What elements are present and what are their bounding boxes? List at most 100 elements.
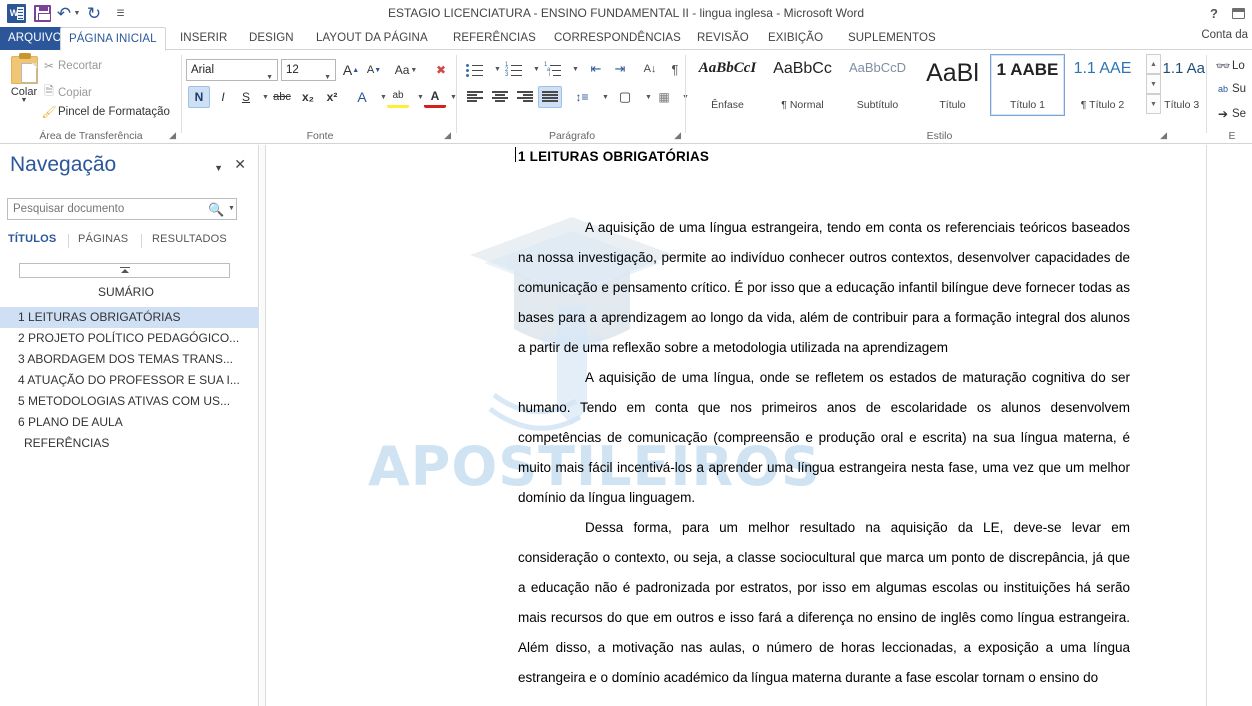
nav-tab-resultados[interactable]: RESULTADOS [152, 233, 227, 245]
scroll-down-icon[interactable]: ▼ [1146, 74, 1161, 94]
ribbon-display-options-icon[interactable] [1226, 2, 1250, 26]
format-painter-icon: 🖌 [41, 105, 57, 119]
paragraph-group-label: Parágrafo [548, 130, 596, 142]
italic-button[interactable]: I [212, 86, 234, 108]
styles-dialog-launcher[interactable]: ◢ [1160, 130, 1167, 141]
shrink-font-button[interactable]: A ▼ [363, 59, 385, 81]
tab-layout-da-pagina[interactable]: LAYOUT DA PÁGINA [308, 27, 436, 50]
style-enfase[interactable]: AaBbCcI Ênfase [690, 54, 765, 116]
style-subtitulo[interactable]: AaBbCcD Subtítulo [840, 54, 915, 116]
align-left-button[interactable] [463, 86, 487, 108]
window-controls: ? [1202, 0, 1250, 27]
find-button[interactable]: 👓 Lo [1214, 59, 1245, 73]
grow-font-button[interactable]: A ▲ [340, 59, 362, 81]
collapse-all-icon[interactable] [19, 263, 230, 278]
bullets-button[interactable] [463, 58, 487, 80]
nav-tab-paginas[interactable]: PÁGINAS [78, 233, 128, 245]
undo-icon[interactable]: ↶ ▼ [55, 2, 81, 26]
font-dialog-launcher[interactable]: ◢ [444, 130, 451, 141]
font-name-dropdown-icon[interactable]: ▼ [266, 68, 273, 88]
search-icon[interactable]: 🔍 [208, 202, 224, 218]
ribbon-group-paragraph: ▼ 123 ▼ 1ai ▼ ⇤ ⇥ A↓ ¶ ↕≡ ▼ ▢ ▼ ▦ Parágr… [458, 50, 689, 144]
replace-button[interactable]: ab Su [1214, 83, 1246, 95]
text-effects-button[interactable]: A [351, 86, 373, 108]
clear-formatting-icon[interactable]: ✖ [430, 59, 452, 81]
font-size-dropdown-icon[interactable]: ▼ [324, 68, 331, 88]
numbering-button[interactable]: 123 [502, 58, 526, 80]
style-normal[interactable]: AaBbCc ¶ Normal [765, 54, 840, 116]
nav-heading-5[interactable]: 5 METODOLOGIAS ATIVAS COM US... [0, 391, 259, 412]
select-button[interactable]: ➔ Se [1214, 107, 1246, 121]
cut-button[interactable]: ✂ Recortar [40, 59, 102, 73]
document-paragraph-2: A aquisição de uma língua, onde se refle… [518, 370, 1130, 505]
nav-heading-3[interactable]: 3 ABORDAGEM DOS TEMAS TRANS... [0, 349, 259, 370]
nav-heading-4[interactable]: 4 ATUAÇÃO DO PROFESSOR E SUA I... [0, 370, 259, 391]
justify-button[interactable] [538, 86, 562, 108]
word-app-icon[interactable]: W [3, 2, 29, 26]
paste-dropdown-icon[interactable]: ▼ [4, 97, 44, 104]
tab-pagina-inicial[interactable]: PÁGINA INICIAL [60, 27, 166, 51]
sort-icon[interactable]: A↓ [638, 58, 662, 80]
show-formatting-marks-icon[interactable]: ¶ [664, 58, 686, 80]
chevron-down-icon[interactable]: ▼ [214, 163, 223, 173]
cut-label: Recortar [58, 60, 103, 72]
search-input[interactable]: Pesquisar documento [7, 198, 237, 220]
customize-quick-access-icon[interactable]: ☰ [107, 2, 133, 26]
editing-group-label: E [1228, 130, 1236, 142]
tab-correspondencias[interactable]: CORRESPONDÊNCIAS [546, 27, 689, 50]
account-label[interactable]: Conta da [1201, 29, 1248, 41]
underline-label: S [241, 90, 250, 104]
copy-button[interactable]: 🗎 Copiar [40, 82, 92, 103]
help-icon[interactable]: ? [1202, 2, 1226, 26]
nav-tab-titulos[interactable]: TÍTULOS [8, 233, 56, 245]
line-spacing-icon[interactable]: ↕≡ [570, 86, 594, 108]
style-label: ¶ Normal [781, 99, 824, 111]
scroll-up-icon[interactable]: ▲ [1146, 54, 1161, 74]
paste-button[interactable]: Colar ▼ [4, 53, 44, 104]
align-center-button[interactable] [488, 86, 512, 108]
font-size-input[interactable]: 12 ▼ [281, 59, 336, 81]
nav-heading-1[interactable]: 1 LEITURAS OBRIGATÓRIAS [0, 307, 259, 328]
subscript-button[interactable]: x₂ [297, 86, 319, 108]
superscript-button[interactable]: x² [321, 86, 343, 108]
tab-suplementos[interactable]: SUPLEMENTOS [840, 27, 944, 50]
borders-icon[interactable]: ▦ [652, 86, 676, 108]
nav-heading-referencias[interactable]: REFERÊNCIAS [0, 433, 259, 454]
tab-inserir[interactable]: INSERIR [172, 27, 235, 50]
style-titulo[interactable]: AaBl Título [915, 54, 990, 116]
change-case-button[interactable]: Aa ▼ [390, 59, 422, 81]
format-painter-button[interactable]: 🖌 Pincel de Formatação [40, 105, 170, 119]
font-name-value: Arial [191, 64, 215, 76]
tab-exibicao[interactable]: EXIBIÇÃO [760, 27, 831, 50]
increase-indent-icon[interactable]: ⇥ [608, 58, 632, 80]
nav-heading-6[interactable]: 6 PLANO DE AULA [0, 412, 259, 433]
style-titulo-2[interactable]: 1.1 AAE ¶ Título 2 [1065, 54, 1140, 116]
style-label: Ênfase [711, 99, 744, 111]
paragraph-dialog-launcher[interactable]: ◢ [674, 130, 681, 141]
multilevel-dropdown-icon[interactable]: ▼ [564, 58, 586, 80]
search-options-icon[interactable]: ▼ [228, 205, 235, 212]
decrease-indent-icon[interactable]: ⇤ [584, 58, 608, 80]
multilevel-list-button[interactable]: 1ai [541, 58, 565, 80]
document-text-body[interactable]: 1 LEITURAS OBRIGATÓRIAS A aquisição de u… [515, 145, 1130, 693]
font-name-input[interactable]: Arial ▼ [186, 59, 278, 81]
style-label: Título 1 [1009, 99, 1046, 111]
nav-heading-2[interactable]: 2 PROJETO POLÍTICO PEDAGÓGICO... [0, 328, 259, 349]
shading-icon[interactable]: ▢ [613, 86, 637, 108]
highlight-button[interactable]: ab [387, 86, 409, 108]
style-titulo-1[interactable]: 1 AABE Título 1 [990, 54, 1065, 116]
clipboard-dialog-launcher[interactable]: ◢ [169, 130, 176, 141]
align-right-button[interactable] [513, 86, 537, 108]
close-icon[interactable]: ✕ [234, 157, 246, 171]
save-icon[interactable] [29, 2, 55, 26]
more-styles-icon[interactable]: ▼ [1146, 94, 1161, 114]
tab-referencias[interactable]: REFERÊNCIAS [445, 27, 544, 50]
document-page[interactable]: APOSTILEIROS 1 LEITURAS OBRIGATÓRIAS A a… [265, 145, 1207, 706]
clipboard-group-label: Área de Transferência [39, 130, 143, 142]
bold-button[interactable]: N [188, 86, 210, 108]
tab-design[interactable]: DESIGN [241, 27, 302, 50]
tab-revisao[interactable]: REVISÃO [689, 27, 757, 50]
strikethrough-button[interactable]: abc [269, 86, 295, 108]
ribbon-group-clipboard: Colar ▼ ✂ Recortar 🗎 Copiar 🖌 Pincel de … [0, 50, 182, 144]
redo-icon[interactable]: ↻ [81, 2, 107, 26]
